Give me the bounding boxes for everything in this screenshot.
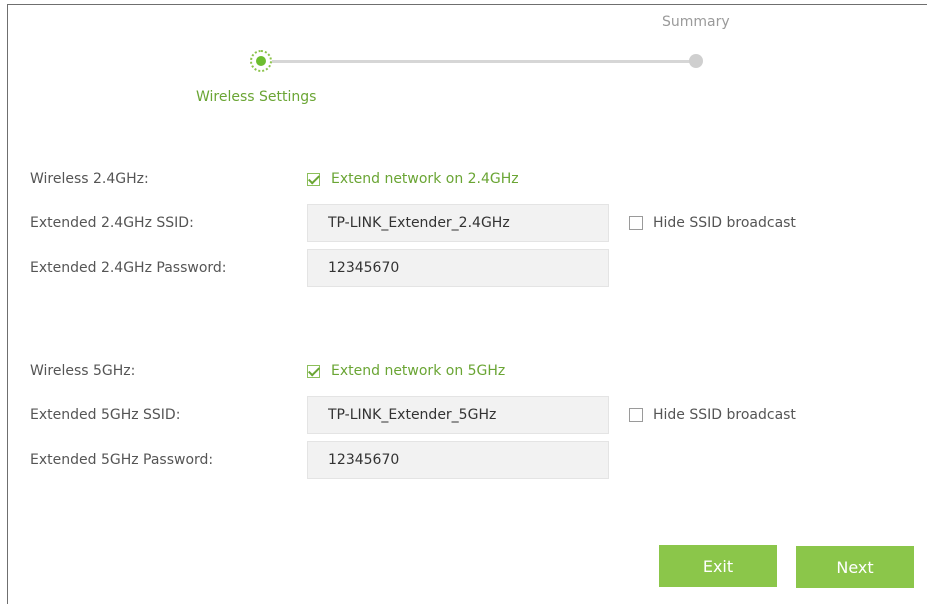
checkbox-checked-icon xyxy=(307,363,321,378)
step-pending-dot-icon xyxy=(689,54,703,68)
ssid-24-input[interactable] xyxy=(307,204,609,242)
exit-button[interactable]: Exit xyxy=(659,545,777,587)
checkbox-checked-icon xyxy=(307,171,321,186)
password-24-input[interactable] xyxy=(307,249,609,287)
ssid-5-label: Extended 5GHz SSID: xyxy=(30,407,181,423)
stepper-track xyxy=(262,60,697,63)
step-active-dot-icon xyxy=(250,50,272,72)
content-frame xyxy=(7,4,927,604)
hide-ssid-5-checkbox[interactable]: Hide SSID broadcast xyxy=(629,407,796,423)
password-5-label: Extended 5GHz Password: xyxy=(30,452,214,468)
hide-ssid-24-checkbox[interactable]: Hide SSID broadcast xyxy=(629,215,796,231)
extend-24-checkbox[interactable]: Extend network on 2.4GHz xyxy=(307,171,519,187)
ssid-24-label: Extended 2.4GHz SSID: xyxy=(30,215,194,231)
checkbox-unchecked-icon xyxy=(629,216,643,230)
step-label-wireless-settings: Wireless Settings xyxy=(196,89,317,105)
wireless-5-label: Wireless 5GHz: xyxy=(30,363,136,379)
password-24-label: Extended 2.4GHz Password: xyxy=(30,260,227,276)
hide-ssid-5-label: Hide SSID broadcast xyxy=(653,407,796,423)
step-label-summary: Summary xyxy=(662,14,730,30)
password-5-input[interactable] xyxy=(307,441,609,479)
hide-ssid-24-label: Hide SSID broadcast xyxy=(653,215,796,231)
extend-24-checkbox-label: Extend network on 2.4GHz xyxy=(331,171,519,187)
wireless-24-label: Wireless 2.4GHz: xyxy=(30,171,149,187)
checkbox-unchecked-icon xyxy=(629,408,643,422)
extend-5-checkbox-label: Extend network on 5GHz xyxy=(331,363,506,379)
extend-5-checkbox[interactable]: Extend network on 5GHz xyxy=(307,363,505,379)
ssid-5-input[interactable] xyxy=(307,396,609,434)
next-button[interactable]: Next xyxy=(796,546,914,588)
